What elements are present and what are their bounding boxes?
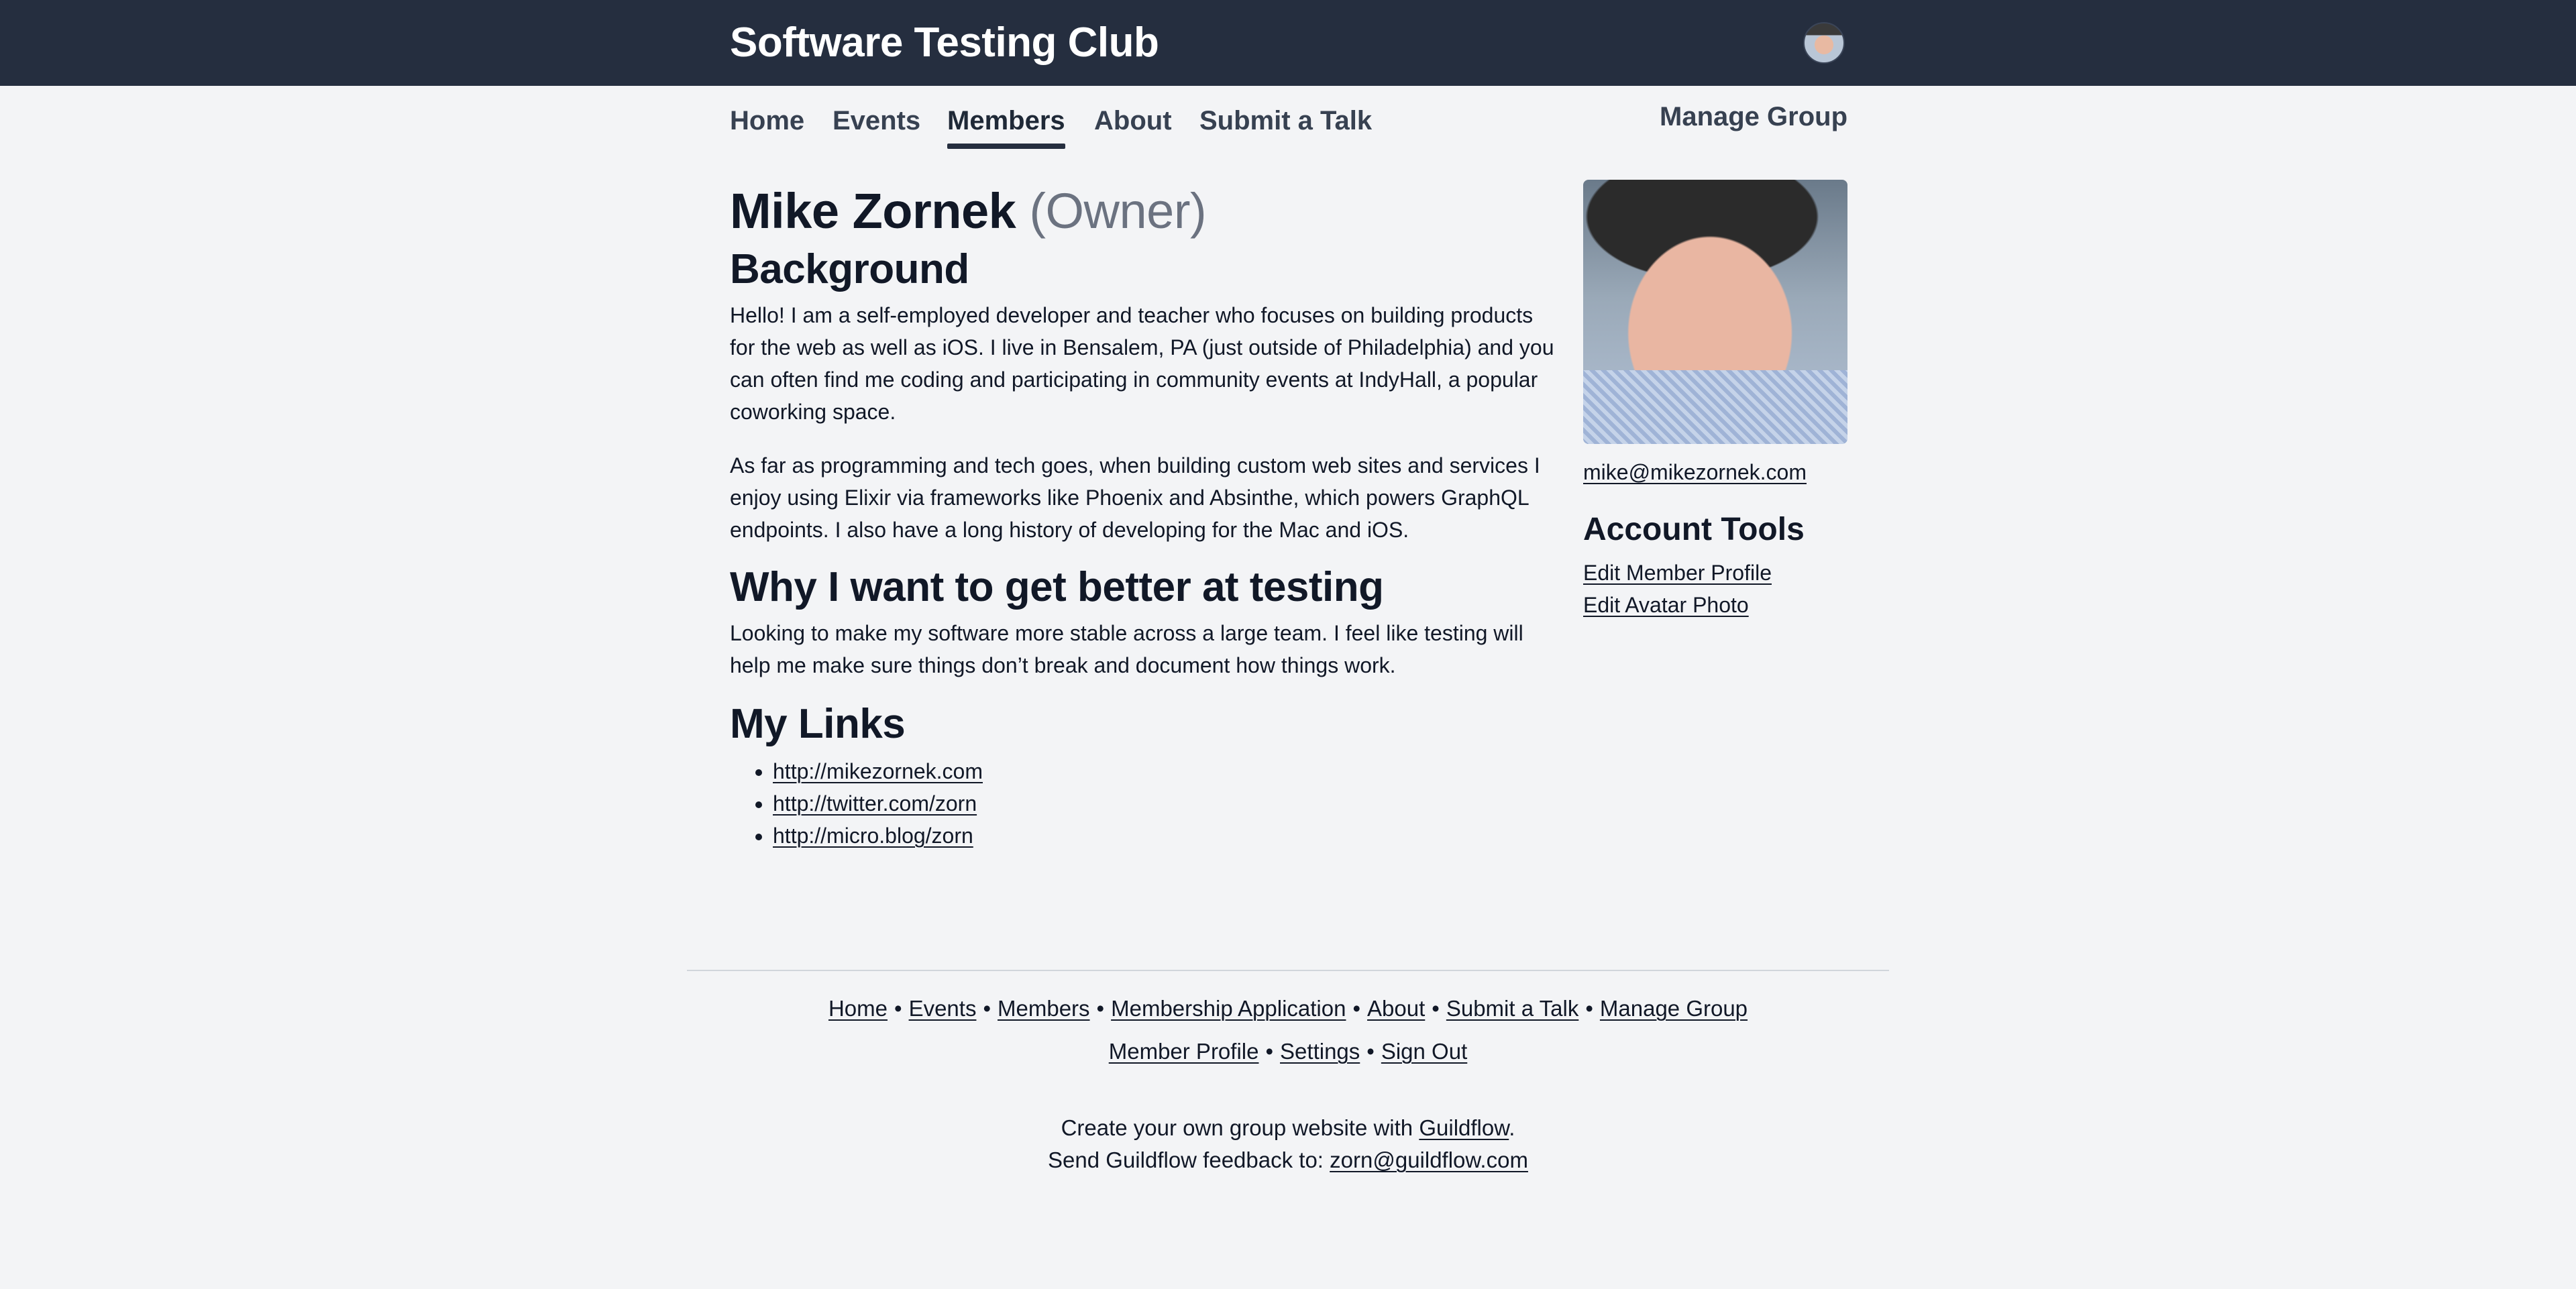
footer-nav-row-2: Member Profile • Settings • Sign Out [0,1037,2576,1066]
member-name-heading: Mike Zornek (Owner) [730,180,1562,243]
footer-link-membership-application[interactable]: Membership Application [1111,996,1346,1021]
footer-separator: • [1352,996,1361,1021]
list-item: http://twitter.com/zorn [773,787,1562,820]
footer-create-prefix: Create your own group website with [1061,1115,1419,1140]
my-links-list: http://mikezornek.com http://twitter.com… [730,755,1562,852]
edit-avatar-photo-link[interactable]: Edit Avatar Photo [1583,589,1847,621]
footer-separator: • [983,996,991,1021]
footer-link-sign-out[interactable]: Sign Out [1381,1039,1467,1064]
member-email-link[interactable]: mike@mikezornek.com [1583,459,1847,486]
member-role: (Owner) [1029,183,1207,239]
link-mikezornek[interactable]: http://mikezornek.com [773,759,983,783]
edit-member-profile-link[interactable]: Edit Member Profile [1583,557,1847,589]
account-tools-heading: Account Tools [1583,512,1805,547]
footer-link-manage-group[interactable]: Manage Group [1600,996,1748,1021]
member-name: Mike Zornek [730,183,1016,239]
top-header-bar: Software Testing Club [0,0,2576,86]
background-paragraph-2: As far as programming and tech goes, whe… [730,453,1540,542]
site-title[interactable]: Software Testing Club [730,19,1159,66]
footer-link-members[interactable]: Members [998,996,1090,1021]
my-links-heading: My Links [730,701,906,747]
footer-link-submit-talk[interactable]: Submit a Talk [1446,996,1578,1021]
footer-link-events[interactable]: Events [909,996,977,1021]
list-item: http://micro.blog/zorn [773,820,1562,852]
footer-link-member-profile[interactable]: Member Profile [1109,1039,1259,1064]
footer-separator: • [894,996,902,1021]
footer-link-home[interactable]: Home [828,996,888,1021]
footer-separator: • [1585,996,1593,1021]
active-tab-indicator [947,144,1065,149]
nav-item-about[interactable]: About [1094,106,1172,136]
footer-feedback-prefix: Send Guildflow feedback to: [1048,1147,1330,1172]
feedback-email-link[interactable]: zorn@guildflow.com [1330,1147,1528,1172]
nav-item-home[interactable]: Home [730,106,804,136]
why-testing-heading: Why I want to get better at testing [730,564,1384,610]
footer-nav-row-1: Home • Events • Members • Membership Applicati… [0,994,2576,1023]
member-profile-main: Mike Zornek (Owner) Background Hello! I … [730,180,1562,852]
nav-item-submit-talk[interactable]: Submit a Talk [1199,106,1372,136]
list-item: http://mikezornek.com [773,755,1562,787]
nav-item-members[interactable]: Members [947,106,1065,149]
footer-separator: • [1432,996,1440,1021]
footer-link-settings[interactable]: Settings [1280,1039,1360,1064]
why-testing-paragraph: Looking to make my software more stable … [730,621,1523,677]
footer-create-suffix: . [1509,1115,1515,1140]
footer-feedback-text: Send Guildflow feedback to: zorn@guildfl… [0,1145,2576,1175]
footer-create-text: Create your own group website with Guild… [0,1113,2576,1143]
link-microblog[interactable]: http://micro.blog/zorn [773,824,973,848]
member-avatar-photo [1583,180,1847,444]
footer-separator: • [1265,1039,1274,1064]
nav-item-members-label: Members [947,106,1065,135]
nav-item-events[interactable]: Events [833,106,920,136]
manage-group-link[interactable]: Manage Group [1660,102,1847,132]
member-sidebar: mike@mikezornek.com Account Tools Edit M… [1583,180,1847,621]
background-paragraph-1: Hello! I am a self-employed developer an… [730,303,1554,424]
guildflow-link[interactable]: Guildflow [1419,1115,1509,1140]
link-twitter[interactable]: http://twitter.com/zorn [773,791,977,816]
user-avatar-icon[interactable] [1803,22,1845,64]
footer-separator: • [1096,996,1105,1021]
footer-link-about[interactable]: About [1367,996,1425,1021]
footer-separator: • [1366,1039,1375,1064]
footer-divider [687,970,1889,971]
background-heading: Background [730,246,969,292]
photo-shirt-detail [1583,370,1847,444]
